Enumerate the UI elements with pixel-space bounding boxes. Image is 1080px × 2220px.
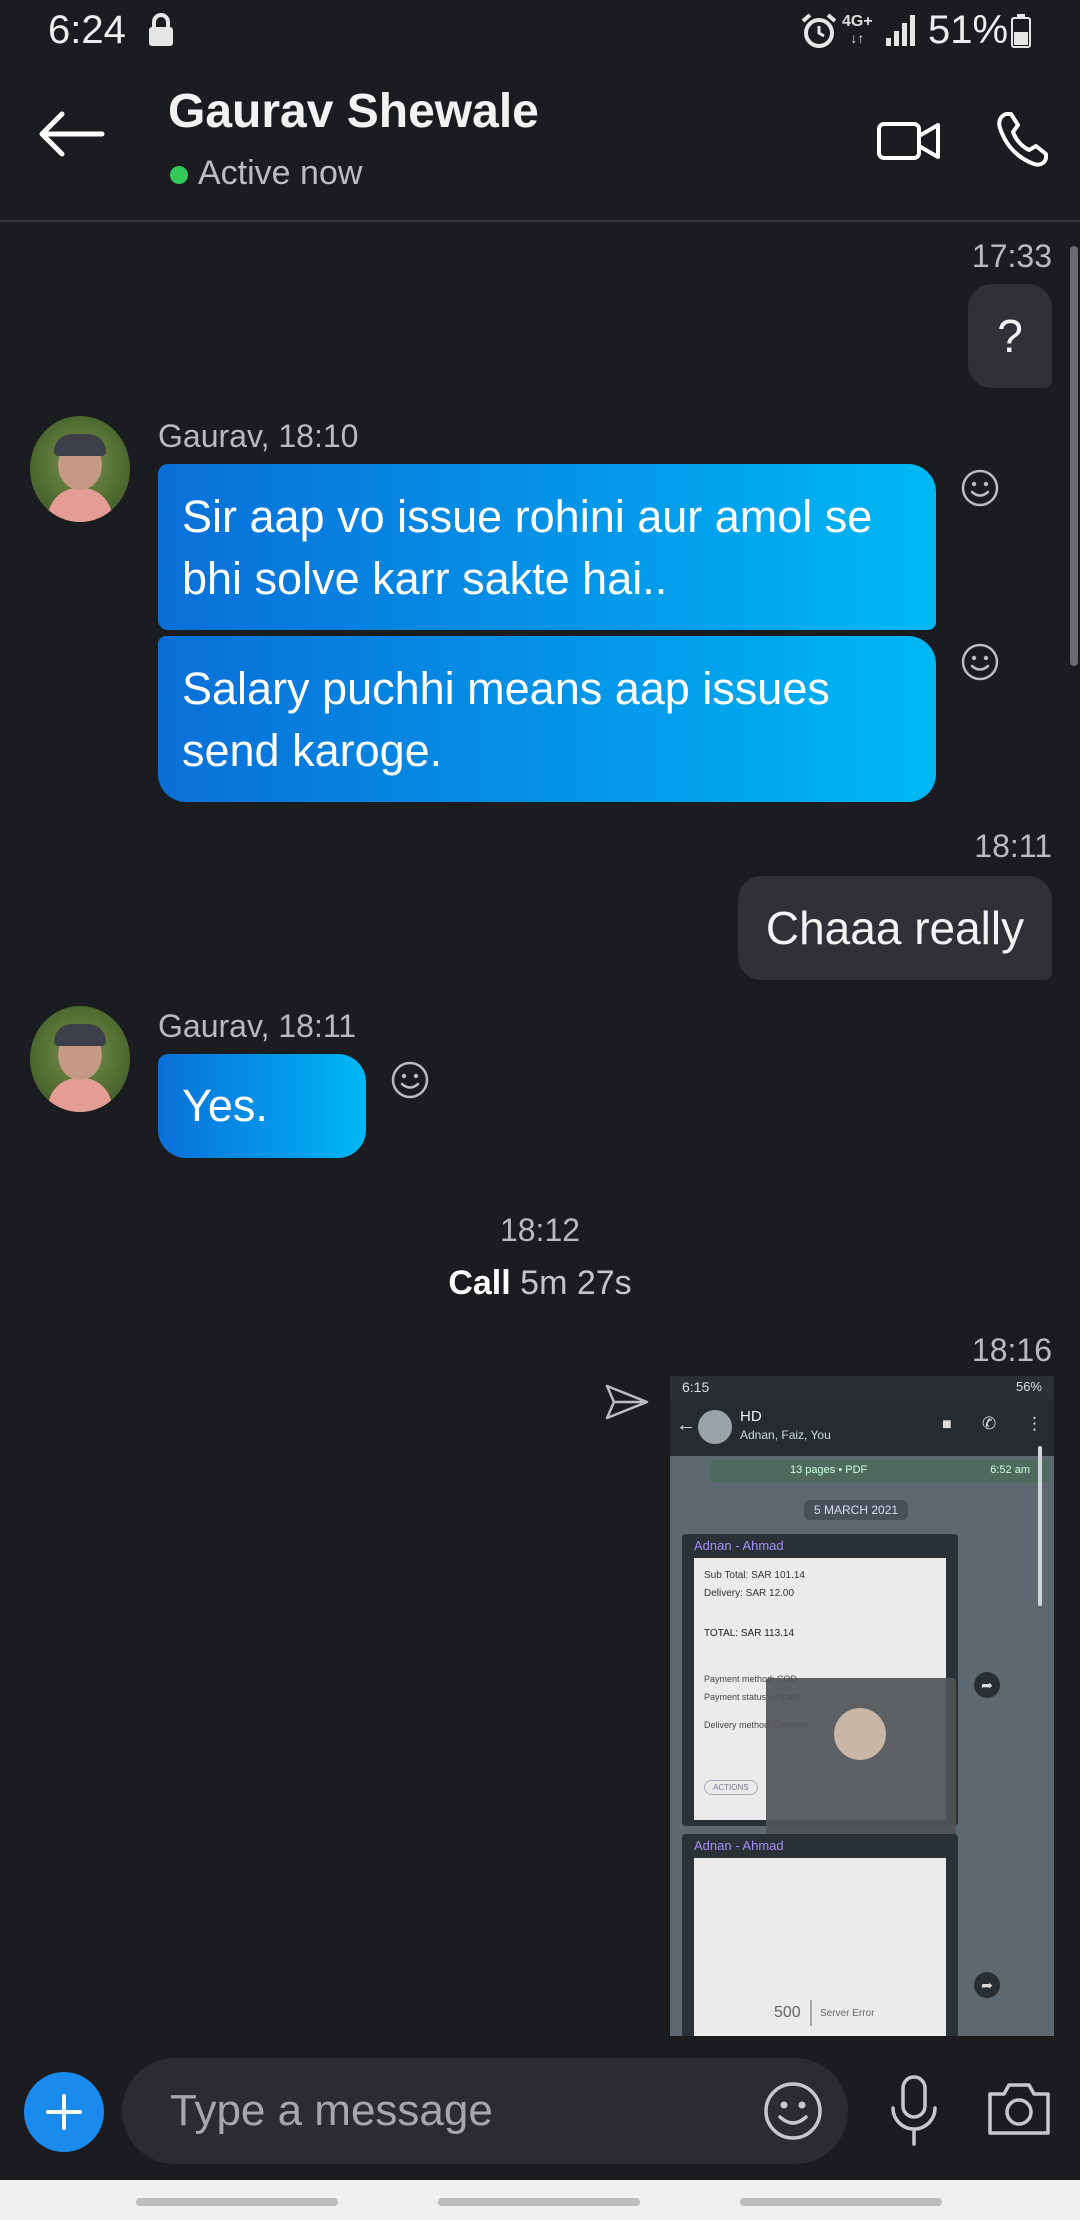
embedded-status-battery: 56% — [1015, 1379, 1042, 1394]
embedded-message-card: Adnan - Ahmad 500 Server Error — [682, 1834, 958, 2036]
message-text-line: Sir aap vo issue rohini aur amol se — [182, 491, 873, 542]
message-text: ? — [997, 310, 1023, 362]
sender-meta: Gaurav, 18:10 — [158, 418, 359, 454]
smiley-reaction-icon[interactable] — [960, 468, 1000, 508]
plus-icon — [46, 2094, 82, 2130]
presence-status: Active now — [198, 154, 363, 192]
scrollbar-thumb[interactable] — [1070, 246, 1078, 666]
embedded-scrollbar — [1038, 1446, 1042, 1606]
data-arrows-icon: ↓↑ — [850, 30, 865, 46]
embedded-video-icon: ■ — [942, 1416, 952, 1433]
add-button[interactable] — [24, 2072, 104, 2152]
embedded-chat-members: Adnan, Faiz, You — [740, 1428, 831, 1442]
embedded-pdf-time: 6:52 am — [990, 1464, 1030, 1476]
emoji-icon[interactable] — [762, 2080, 824, 2142]
battery-icon — [1011, 14, 1031, 48]
embedded-error-page: 500 Server Error — [694, 1858, 946, 2036]
message-timestamp: 18:16 — [971, 1332, 1052, 1368]
message-timestamp: 17:33 — [971, 238, 1052, 274]
system-nav-bar — [0, 2180, 1080, 2220]
message-text-line: bhi solve karr sakte hai.. — [182, 553, 668, 604]
message-composer — [0, 2040, 1080, 2180]
smiley-reaction-icon[interactable] — [390, 1060, 430, 1100]
embedded-more-icon: ⋮ — [1026, 1414, 1043, 1433]
avatar[interactable] — [30, 416, 130, 522]
embedded-back-icon: ← — [676, 1414, 696, 1436]
embedded-app-bar: ← HD Adnan, Faiz, You ■ ✆ ⋮ — [670, 1400, 1054, 1456]
embedded-sender: Adnan - Ahmad — [694, 1538, 784, 1553]
smiley-reaction-icon[interactable] — [960, 642, 1000, 682]
incoming-message-bubble[interactable]: Sir aap vo issue rohini aur amol se bhi … — [158, 464, 936, 630]
back-arrow-icon[interactable] — [30, 104, 110, 164]
microphone-icon[interactable] — [884, 2074, 944, 2148]
sender-meta: Gaurav, 18:11 — [158, 1008, 357, 1044]
embedded-actions-button: ACTIONS — [704, 1780, 758, 1795]
chat-header: Gaurav Shewale Active now — [0, 64, 1080, 222]
embedded-pdf-label: 13 pages • PDF — [790, 1464, 868, 1476]
message-input-container[interactable] — [122, 2058, 848, 2164]
message-timestamp: 18:11 — [974, 828, 1052, 864]
signal-icon — [886, 15, 915, 46]
message-text: Chaaa really — [765, 902, 1025, 954]
call-duration: 5m 27s — [520, 1264, 632, 1302]
embedded-date-chip: 5 MARCH 2021 — [804, 1500, 909, 1520]
alarm-icon — [801, 13, 837, 48]
shared-image[interactable]: 6:15 56% ← HD Adnan, Faiz, You ■ ✆ ⋮ 13 … — [670, 1376, 1054, 2036]
incoming-message-bubble[interactable]: Salary puchhi means aap issues send karo… — [158, 636, 936, 802]
embedded-delivery: Delivery: SAR 12.00 — [704, 1588, 795, 1599]
embedded-status-time: 6:15 — [682, 1379, 710, 1395]
call-timestamp: 18:12 — [499, 1212, 581, 1248]
phone-icon[interactable] — [996, 110, 1048, 168]
embedded-total: TOTAL: SAR 113.14 — [704, 1628, 795, 1639]
embedded-subtotal: Sub Total: SAR 101.14 — [704, 1570, 805, 1581]
video-camera-icon[interactable] — [876, 116, 942, 166]
presence-dot — [170, 166, 188, 184]
status-time: 6:24 — [48, 8, 126, 52]
embedded-sender: Adnan - Ahmad — [694, 1838, 784, 1853]
network-indicator: 4G+ ↓↑ — [842, 13, 873, 47]
outgoing-message-bubble[interactable]: Chaaa really — [738, 876, 1052, 980]
status-bar: 6:24 4G+ ↓↑ 51% — [0, 0, 1080, 64]
nav-home[interactable] — [438, 2198, 640, 2206]
message-text-line: send karoge. — [182, 725, 443, 776]
embedded-error-divider — [810, 2000, 812, 2026]
embedded-caller-avatar — [834, 1708, 886, 1760]
embedded-group-avatar — [698, 1410, 732, 1444]
message-text-line: Salary puchhi means aap issues — [182, 663, 830, 714]
call-event[interactable]: Call 5m 27s — [0, 1264, 1080, 1303]
camera-icon[interactable] — [986, 2078, 1052, 2138]
embedded-pdf-strip: 13 pages • PDF 6:52 am — [710, 1460, 1050, 1482]
embedded-error-text: Server Error — [820, 2008, 875, 2019]
message-text: Yes. — [182, 1080, 268, 1131]
outgoing-message-bubble[interactable]: ? — [968, 284, 1052, 388]
embedded-phone-icon: ✆ — [982, 1414, 997, 1433]
nav-recent-apps[interactable] — [136, 2198, 338, 2206]
avatar[interactable] — [30, 1006, 130, 1112]
call-label: Call — [448, 1264, 511, 1302]
incoming-message-bubble[interactable]: Yes. — [158, 1054, 366, 1158]
network-type: 4G+ — [842, 13, 873, 30]
embedded-chat-title: HD — [740, 1408, 762, 1425]
nav-back[interactable] — [740, 2198, 942, 2206]
embedded-status-bar: 6:15 56% — [670, 1376, 1054, 1400]
battery-percent: 51% — [928, 8, 1009, 52]
embedded-forward-icon: ➦ — [974, 1672, 1000, 1698]
contact-name[interactable]: Gaurav Shewale — [168, 84, 539, 139]
lock-icon — [149, 13, 173, 46]
message-input[interactable] — [168, 2078, 732, 2144]
send-status-icon — [605, 1384, 649, 1420]
embedded-forward-icon: ➦ — [974, 1972, 1000, 1998]
embedded-error-code: 500 — [774, 2004, 801, 2021]
